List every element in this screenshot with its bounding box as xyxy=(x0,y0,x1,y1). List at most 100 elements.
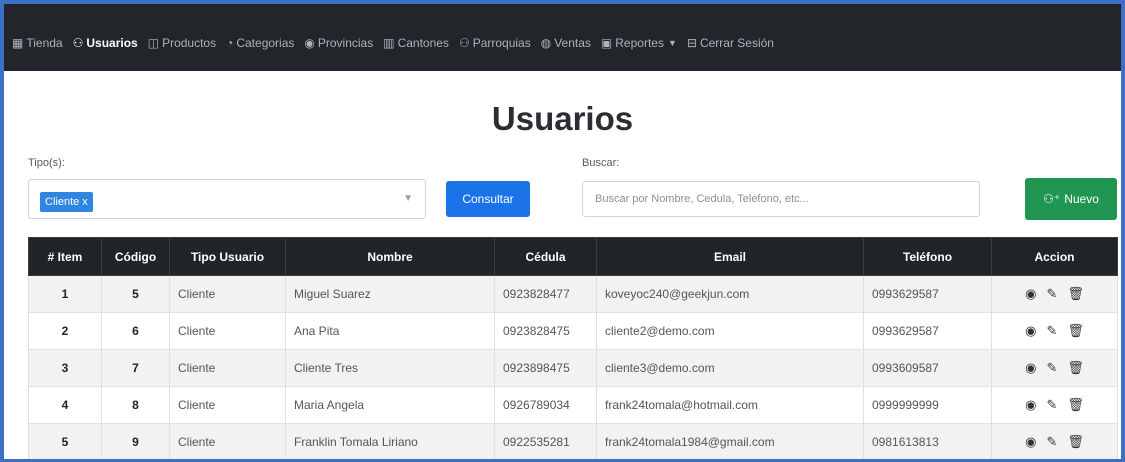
nav-item-usuarios[interactable]: ⚇ Usuarios xyxy=(73,36,138,50)
table-row[interactable]: 2 6 Cliente Ana Pita 0923828475 cliente2@demo… xyxy=(28,312,1118,350)
nav-item-cerrar-sesi-n[interactable]: ⊟ Cerrar Sesión xyxy=(687,36,774,50)
app-window: ▦ Tienda ⚇ Usuarios ◫ Productos ◔ Categorias ◉ Pr… xyxy=(0,0,1125,462)
table-header-row: # Item Código Tipo Usuario Nombre Cédula… xyxy=(28,237,1118,276)
table-row[interactable]: 5 9 Cliente Franklin Tomala Liriano 09225352… xyxy=(28,423,1118,459)
nav-item-ventas[interactable]: ◍ Ventas xyxy=(541,36,591,50)
nav-item-label: Usuarios xyxy=(86,35,138,50)
header-item[interactable]: # Item xyxy=(28,237,102,276)
trash-icon[interactable]: 🗑︎ xyxy=(1067,434,1084,450)
header-accion: Accion xyxy=(991,237,1118,276)
table-row[interactable]: 1 5 Cliente Miguel Suarez 0923828477 koveyoc2… xyxy=(28,275,1118,313)
header-tipo-usuario[interactable]: Tipo Usuario xyxy=(169,237,286,276)
trash-icon[interactable]: 🗑︎ xyxy=(1067,286,1084,302)
cell-nombre: Franklin Tomala Liriano xyxy=(285,423,495,459)
money-icon: ◍ xyxy=(540,35,552,50)
cell-email: frank24tomala1984@gmail.com xyxy=(596,423,864,459)
cell-item: 1 xyxy=(28,275,102,313)
store-icon: ▦ xyxy=(12,35,24,50)
cell-cedula: 0923828477 xyxy=(494,275,597,313)
cell-codigo: 6 xyxy=(101,312,170,350)
cell-telefono: 0981613813 xyxy=(863,423,992,459)
cell-email: koveyoc240@geekjun.com xyxy=(596,275,864,313)
nav-item-label: Productos xyxy=(162,35,217,50)
header-codigo[interactable]: Código xyxy=(101,237,170,276)
cell-tipo: Cliente xyxy=(169,275,286,313)
table-body: 1 5 Cliente Miguel Suarez 0923828477 koveyoc2… xyxy=(28,275,1118,459)
cell-telefono: 0993609587 xyxy=(863,349,992,387)
cell-actions: ◉ ✎ 🗑︎ xyxy=(991,423,1118,459)
header-email[interactable]: Email xyxy=(596,237,864,276)
eye-icon[interactable]: ◉ xyxy=(1025,434,1036,450)
caret-down-icon: ▼ xyxy=(667,37,677,48)
trash-icon[interactable]: 🗑︎ xyxy=(1067,360,1084,376)
nav-item-categorias[interactable]: ◔ Categorias xyxy=(226,36,294,50)
cell-actions: ◉ ✎ 🗑︎ xyxy=(991,312,1118,350)
cell-tipo: Cliente xyxy=(169,312,286,350)
cell-item: 5 xyxy=(28,423,102,459)
nav-item-reportes[interactable]: ▣ Reportes ▼ xyxy=(601,36,677,50)
header-cedula[interactable]: Cédula xyxy=(494,237,597,276)
tipo-select[interactable]: Cliente x ▼ xyxy=(28,179,426,219)
report-icon: ▣ xyxy=(600,35,613,50)
nav-item-provincias[interactable]: ◉ Provincias xyxy=(304,36,373,50)
nav-item-label: Ventas xyxy=(554,35,591,50)
consultar-button[interactable]: Consultar xyxy=(446,181,530,217)
edit-icon[interactable]: ✎ xyxy=(1046,434,1057,450)
cell-tipo: Cliente xyxy=(169,349,286,387)
table-row[interactable]: 4 8 Cliente Maria Angela 0926789034 frank24to… xyxy=(28,386,1118,424)
cell-actions: ◉ ✎ 🗑︎ xyxy=(991,275,1118,313)
nav-item-label: Cantones xyxy=(397,35,449,50)
cell-nombre: Miguel Suarez xyxy=(285,275,495,313)
eye-icon[interactable]: ◉ xyxy=(1025,360,1036,376)
top-navbar: ▦ Tienda ⚇ Usuarios ◫ Productos ◔ Categorias ◉ Pr… xyxy=(4,4,1121,71)
nav-item-label: Cerrar Sesión xyxy=(699,35,774,50)
nuevo-label: Nuevo xyxy=(1064,192,1099,206)
tipo-chip-cliente[interactable]: Cliente x xyxy=(40,192,93,212)
nuevo-button[interactable]: ⚇⁺ Nuevo xyxy=(1025,178,1117,220)
nav-item-label: Categorias xyxy=(236,35,295,50)
cell-codigo: 5 xyxy=(101,275,170,313)
cell-codigo: 9 xyxy=(101,423,170,459)
nav-item-cantones[interactable]: ▥ Cantones xyxy=(383,36,449,50)
nav-item-tienda[interactable]: ▦ Tienda xyxy=(12,36,63,50)
cell-email: frank24tomala@hotmail.com xyxy=(596,386,864,424)
table-row[interactable]: 3 7 Cliente Cliente Tres 0923898475 cliente3@… xyxy=(28,349,1118,387)
nav-item-productos[interactable]: ◫ Productos xyxy=(148,36,216,50)
trash-icon[interactable]: 🗑︎ xyxy=(1067,323,1084,339)
cell-telefono: 0999999999 xyxy=(863,386,992,424)
cell-item: 3 xyxy=(28,349,102,387)
edit-icon[interactable]: ✎ xyxy=(1046,286,1057,302)
header-nombre[interactable]: Nombre xyxy=(285,237,495,276)
edit-icon[interactable]: ✎ xyxy=(1046,397,1057,413)
cell-telefono: 0993629587 xyxy=(863,275,992,313)
edit-icon[interactable]: ✎ xyxy=(1046,323,1057,339)
cell-nombre: Ana Pita xyxy=(285,312,495,350)
cell-tipo: Cliente xyxy=(169,386,286,424)
eye-icon[interactable]: ◉ xyxy=(1025,397,1036,413)
cell-item: 4 xyxy=(28,386,102,424)
cell-nombre: Maria Angela xyxy=(285,386,495,424)
tag-icon: ◔ xyxy=(226,35,234,50)
chevron-down-icon[interactable]: ▼ xyxy=(403,193,413,204)
edit-icon[interactable]: ✎ xyxy=(1046,360,1057,376)
cell-codigo: 7 xyxy=(101,349,170,387)
page-title: Usuarios xyxy=(491,100,634,137)
add-user-icon: ⚇⁺ xyxy=(1043,192,1061,206)
nav-item-parroquias[interactable]: ⚇ Parroquias xyxy=(459,36,531,50)
eye-icon[interactable]: ◉ xyxy=(1025,323,1036,339)
cell-email: cliente3@demo.com xyxy=(596,349,864,387)
tipo-label: Tipo(s): xyxy=(28,157,65,169)
cell-cedula: 0923828475 xyxy=(494,312,597,350)
cell-nombre: Cliente Tres xyxy=(285,349,495,387)
cell-cedula: 0922535281 xyxy=(494,423,597,459)
box-icon: ◫ xyxy=(147,35,160,50)
trash-icon[interactable]: 🗑︎ xyxy=(1067,397,1084,413)
cell-cedula: 0926789034 xyxy=(494,386,597,424)
header-telefono[interactable]: Teléfono xyxy=(863,237,992,276)
logout-icon: ⊟ xyxy=(686,35,697,50)
search-input[interactable] xyxy=(582,181,980,217)
nav-item-label: Reportes xyxy=(615,35,664,50)
cell-telefono: 0993629587 xyxy=(863,312,992,350)
buscar-label: Buscar: xyxy=(582,157,620,169)
eye-icon[interactable]: ◉ xyxy=(1025,286,1036,302)
